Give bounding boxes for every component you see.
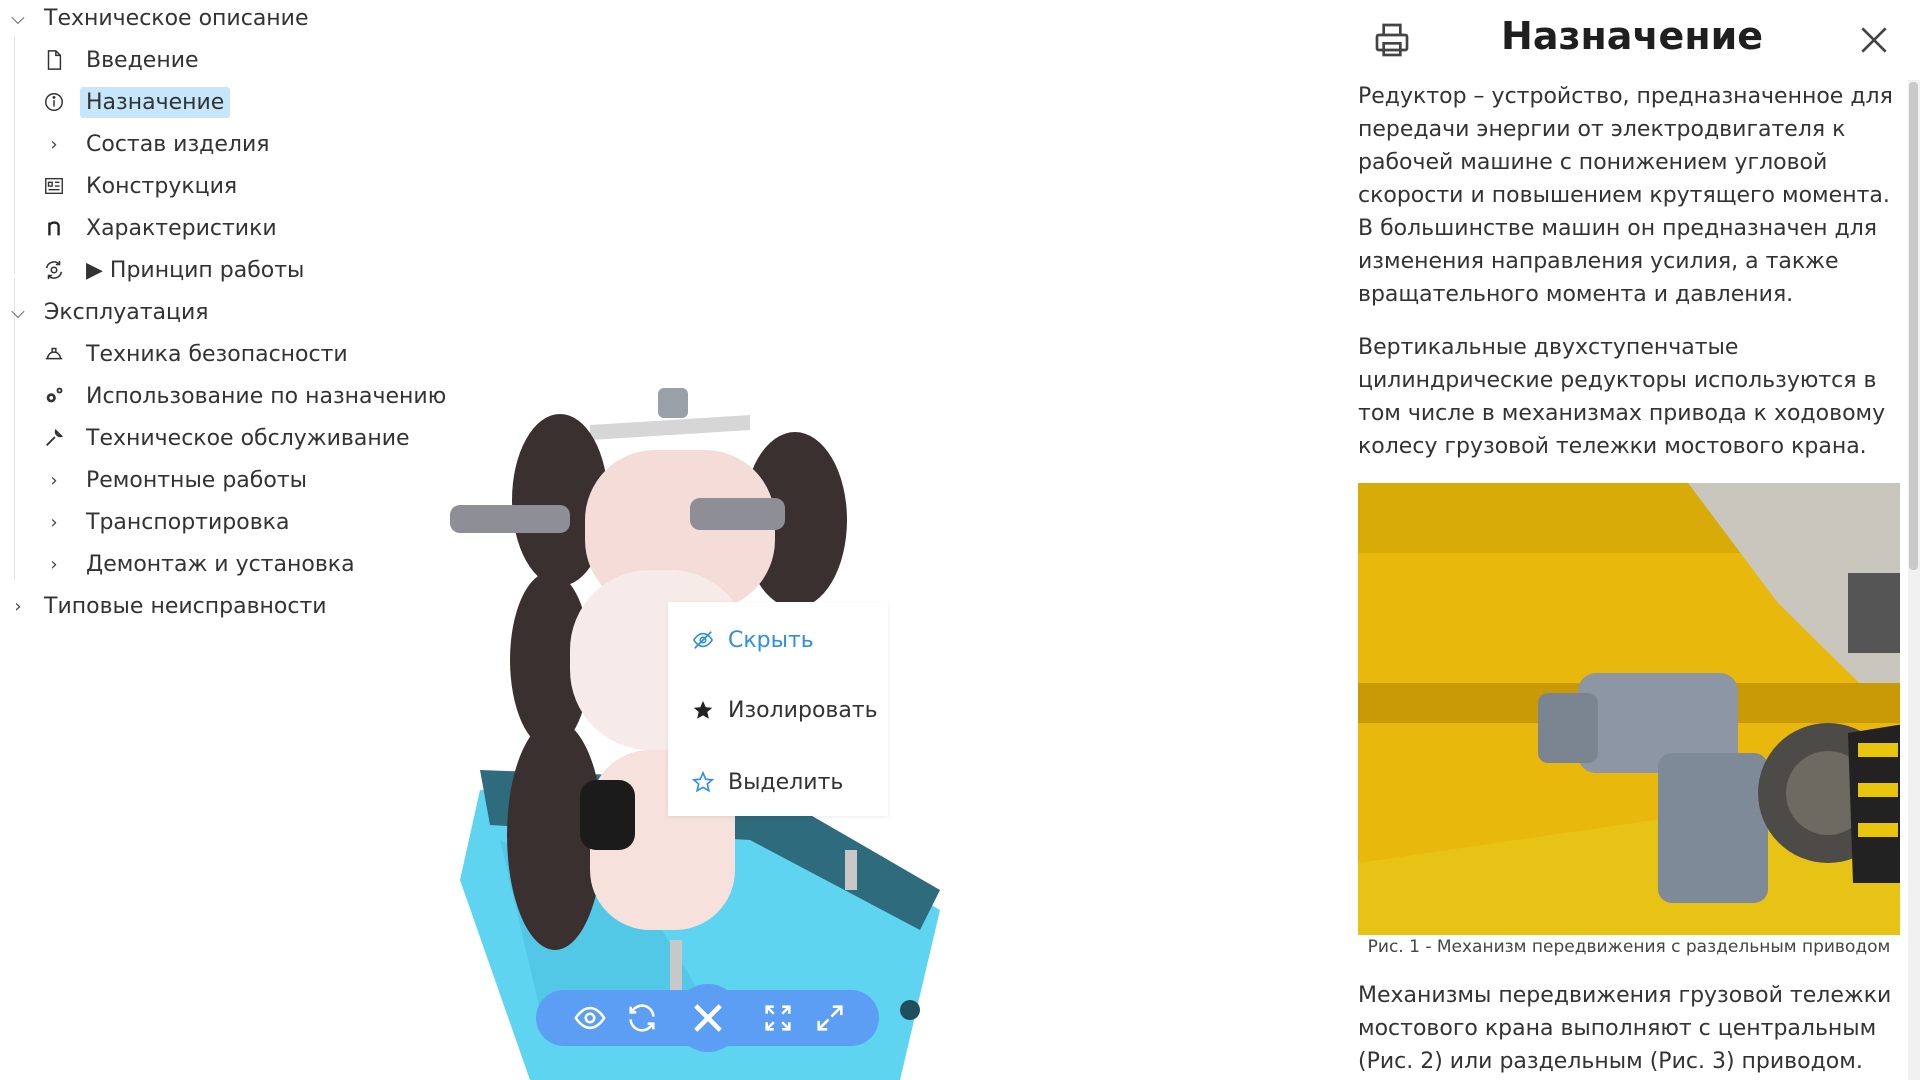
document-panel: Назначение Редуктор – устройство, предна… (1344, 0, 1920, 1080)
star-filled-icon (693, 700, 713, 719)
tree-item-label: Транспортировка (86, 509, 290, 535)
blueprint-icon (42, 174, 66, 198)
content-paragraph: Вертикальные двухступенчатые цилиндричес… (1358, 335, 1886, 459)
model-shaft[interactable] (580, 780, 635, 850)
tree-item-label: Состав изделия (86, 131, 270, 157)
scrollbar-thumb[interactable] (1909, 82, 1918, 570)
chevron-right-icon: › (50, 553, 58, 575)
reset-view-button[interactable] (622, 998, 662, 1038)
model-bolt[interactable] (845, 850, 857, 890)
tree-item-label: Техническое описание (44, 5, 309, 31)
viewer-toolbar (536, 984, 879, 1052)
close-panel-button[interactable] (1854, 20, 1894, 60)
fit-view-button[interactable] (758, 998, 798, 1038)
tree-item-label: Демонтаж и установка (86, 551, 355, 577)
hardhat-icon (42, 342, 66, 366)
info-icon (42, 90, 66, 114)
select-menu-item[interactable]: Выделить (692, 762, 843, 802)
model-shaft[interactable] (450, 505, 570, 533)
tree-item-typical-faults[interactable]: › Типовые неисправности (6, 588, 333, 624)
tree-item-label: Техника безопасности (86, 341, 348, 367)
hide-menu-label: Скрыть (728, 627, 814, 653)
isolate-menu-item[interactable]: Изолировать (692, 690, 878, 730)
tree-guide-line (14, 36, 15, 274)
tree-item-operating-principle[interactable]: ▶ Принцип работы (42, 252, 310, 288)
visibility-button[interactable] (570, 998, 610, 1038)
chevron-down-icon: ⌵ (11, 301, 25, 323)
fullscreen-icon (817, 1005, 843, 1031)
tree-item-label: Введение (86, 47, 199, 73)
figure-caption: Рис. 1 - Механизм передвижения с раздель… (1367, 937, 1891, 957)
hide-menu-item[interactable]: Скрыть (692, 620, 814, 660)
tree-item-operation[interactable]: ⌵ Эксплуатация (6, 294, 215, 330)
fullscreen-button[interactable] (810, 998, 850, 1038)
figure-image (1358, 483, 1900, 935)
model-shaft[interactable] (690, 498, 785, 530)
tree-item-product-composition[interactable]: › Состав изделия (42, 126, 276, 162)
eye-icon (574, 1006, 606, 1030)
content-paragraph: Редуктор – устройство, предназначенное д… (1358, 84, 1893, 307)
tree-item-label: Техническое обслуживание (86, 425, 410, 451)
tree-item-intended-use[interactable]: Использование по назначению (42, 378, 452, 414)
tree-item-construction[interactable]: Конструкция (42, 168, 243, 204)
tree-item-technical-description[interactable]: ⌵ Техническое описание (6, 0, 315, 36)
panel-title: Назначение (1501, 14, 1763, 58)
wrench-icon (42, 426, 66, 450)
tree-item-dismantling[interactable]: › Демонтаж и установка (42, 546, 361, 582)
tree-item-label: Использование по назначению (86, 383, 447, 409)
tree-item-repair[interactable]: › Ремонтные работы (42, 462, 313, 498)
model-bolt[interactable] (670, 940, 682, 990)
tree-item-label: Характеристики (86, 215, 277, 241)
isolate-menu-label: Изолировать (728, 697, 878, 723)
close-icon (1861, 27, 1887, 53)
close-selection-button[interactable] (674, 984, 742, 1052)
star-outline-icon (692, 771, 714, 793)
select-menu-label: Выделить (728, 769, 844, 795)
tree-item-label: Назначение (80, 86, 231, 118)
chevron-right-icon: › (50, 469, 58, 491)
tree-item-purpose[interactable]: Назначение (42, 84, 231, 120)
tree-item-maintenance[interactable]: Техническое обслуживание (42, 420, 416, 456)
rotation-icon (42, 258, 66, 282)
gears-icon (42, 384, 66, 408)
tree-item-label: Типовые неисправности (44, 593, 327, 619)
eye-off-icon (692, 631, 714, 649)
document-icon (42, 48, 66, 72)
model-top-knob[interactable] (658, 388, 688, 418)
tree-item-label: Эксплуатация (44, 299, 209, 325)
characteristics-icon (42, 216, 66, 240)
content-paragraph: Механизмы передвижения грузовой тележки … (1358, 983, 1892, 1074)
tree-item-label: Ремонтные работы (86, 467, 307, 493)
chevron-right-icon: › (50, 511, 58, 533)
model-top-cover[interactable] (590, 415, 750, 440)
tree-item-introduction[interactable]: Введение (42, 42, 205, 78)
chevron-right-icon: › (50, 133, 58, 155)
tree-item-label: ▶ Принцип работы (86, 257, 305, 283)
fit-view-icon (765, 1005, 791, 1031)
tree-item-transportation[interactable]: › Транспортировка (42, 504, 295, 540)
tree-item-characteristics[interactable]: Характеристики (42, 210, 283, 246)
refresh-icon (629, 1004, 655, 1032)
panel-header: Назначение (1344, 0, 1920, 78)
context-menu: Скрыть Изолировать Выделить (668, 602, 888, 816)
panel-content: Редуктор – устройство, предназначенное д… (1358, 80, 1900, 1080)
chevron-down-icon: ⌵ (11, 7, 25, 29)
close-icon (694, 1004, 722, 1032)
tree-item-safety[interactable]: Техника безопасности (42, 336, 354, 372)
model-hole (900, 1000, 920, 1020)
tree-item-label: Конструкция (86, 173, 238, 199)
chevron-right-icon: › (14, 595, 22, 617)
